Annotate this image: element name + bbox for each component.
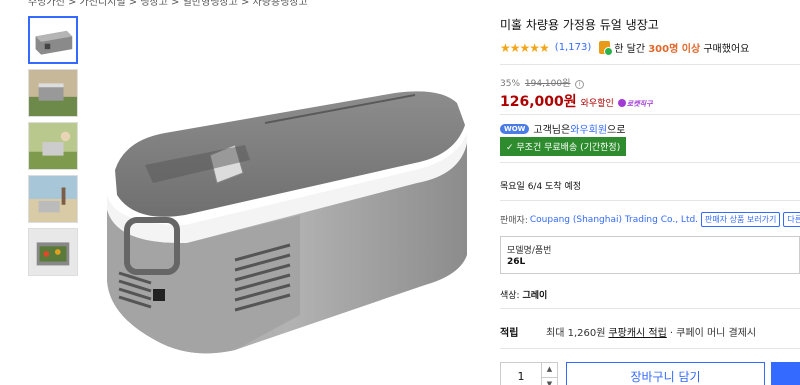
thumbnail-list — [28, 16, 80, 281]
purchase-count-suffix: 구매했어요 — [703, 44, 750, 55]
coupang-cash-link[interactable]: 쿠팡캐시 적립 — [608, 324, 666, 339]
beach-thumbnail-image — [29, 176, 77, 222]
buy-now-button[interactable] — [771, 362, 800, 385]
seller-products-button[interactable]: 판매자 상품 보러가기 — [701, 212, 781, 227]
quantity-stepper-buttons: ▲ ▼ — [541, 363, 557, 385]
breadcrumb[interactable]: 주방가전 > 가전디지털 > 냉장고 > 일반형냉장고 > 차량용냉장고 — [28, 0, 308, 8]
member-text-suffix: 으로 — [607, 125, 626, 136]
model-option-label: 모델명/품번 — [507, 246, 552, 256]
review-count-link[interactable]: (1,173) — [555, 42, 591, 53]
price-row: 126,000원 와우할인 로켓직구 — [500, 91, 653, 111]
thumbnail-1[interactable] — [28, 16, 78, 64]
info-icon[interactable]: i — [575, 80, 585, 89]
quantity-input[interactable]: 1 — [501, 363, 541, 385]
free-shipping-badge: ✓ 무조건 무료배송 (기간한정) — [500, 137, 627, 156]
product-title: 미홀 차량용 가정용 듀얼 냉장고 — [500, 18, 659, 32]
quantity-stepper: 1 ▲ ▼ — [500, 362, 558, 385]
fridge-thumbnail-image — [30, 18, 76, 62]
model-option-value: 26L — [507, 257, 526, 267]
picnic-thumbnail-image — [29, 123, 77, 169]
reward-suffix: · 쿠페이 머니 결제시 — [669, 328, 757, 339]
original-price: 194,100원 — [524, 79, 571, 89]
color-label: 색상: — [500, 291, 520, 301]
reward-label: 적립 — [500, 328, 519, 339]
rating-row: ★★★★★ (1,173) 한 달간 300명 이상 구매했어요 — [500, 40, 749, 56]
product-info-panel: 미홀 차량용 가정용 듀얼 냉장고 ★★★★★ (1,173) 한 달간 300… — [500, 0, 800, 385]
rocket-badge-label: 로켓직구 — [626, 100, 653, 108]
divider — [500, 308, 800, 309]
thumbnail-4[interactable] — [28, 175, 78, 223]
product-main-image — [107, 91, 467, 354]
rocket-badge: 로켓직구 — [617, 99, 653, 109]
wow-discount-label: 와우할인 — [580, 99, 614, 109]
sale-price: 126,000원 — [500, 94, 577, 110]
member-text-prefix: 고객님은 — [533, 125, 571, 136]
color-value: 그레이 — [522, 291, 548, 301]
star-rating: ★★★★★ — [500, 40, 550, 55]
chevron-down-icon[interactable]: ▼ — [542, 376, 557, 385]
shopping-bag-icon — [599, 41, 614, 56]
seller-row: 판매자: Coupang (Shanghai) Trading Co., Ltd… — [500, 212, 800, 227]
chevron-up-icon[interactable]: ▲ — [542, 363, 557, 377]
reward-row: 적립 최대 1,260원 쿠팡캐시 적립 · 쿠페이 머니 결제시 — [500, 324, 756, 339]
model-option-select[interactable]: 모델명/품번 26L — [500, 236, 800, 274]
thumbnail-3[interactable] — [28, 122, 78, 170]
wow-badge: WOW — [500, 123, 530, 134]
outdoor-thumbnail-image — [29, 70, 77, 116]
original-price-row: 35% 194,100원 i — [500, 76, 585, 89]
divider — [500, 64, 800, 65]
discount-rate: 35% — [500, 79, 521, 89]
rocket-badge-icon — [617, 99, 626, 107]
thumbnail-2[interactable] — [28, 69, 78, 117]
purchase-count-text: 한 달간 300명 이상 구매했어요 — [614, 40, 749, 55]
other-sellers-button[interactable]: 다른 — [783, 212, 800, 227]
color-row: 색상: 그레이 — [500, 288, 547, 301]
seller-label: 판매자: — [500, 216, 528, 226]
add-to-cart-button[interactable]: 장바구니 담기 — [566, 362, 765, 385]
purchase-count-value: 300명 이상 — [648, 44, 701, 55]
member-row: WOW 고객님은 와우회원 으로 — [500, 121, 625, 136]
wow-member-link[interactable]: 와우회원 — [570, 121, 607, 136]
purchase-count-prefix: 한 달간 — [614, 44, 646, 55]
divider — [500, 200, 800, 201]
divider — [500, 114, 800, 115]
seller-name-link[interactable]: Coupang (Shanghai) Trading Co., Ltd. — [530, 215, 698, 225]
food-thumbnail-image — [29, 229, 77, 275]
reward-amount: 최대 1,260원 — [546, 328, 606, 339]
divider — [500, 162, 800, 163]
arrival-date: 목요일 6/4 도착 예정 — [500, 182, 582, 192]
divider — [500, 348, 800, 349]
thumbnail-5[interactable] — [28, 228, 78, 276]
